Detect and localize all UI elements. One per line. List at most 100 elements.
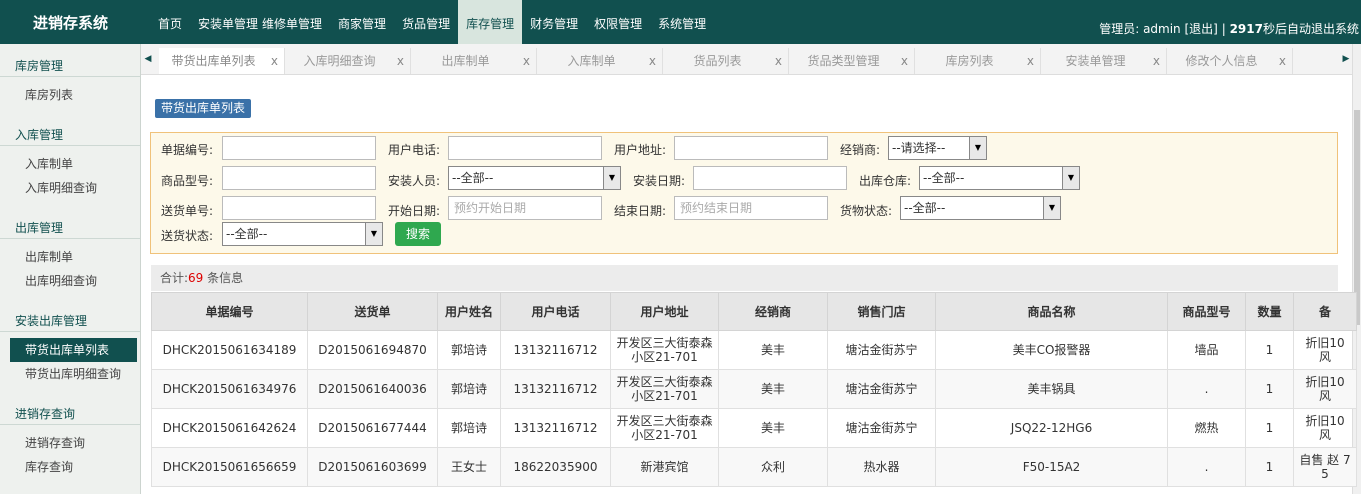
cell-user-address: 开发区三大街泰森小区21-701: [610, 330, 719, 370]
search-button[interactable]: 搜索: [395, 222, 441, 246]
doc-no-label: 单据编号:: [161, 143, 214, 157]
cell-doc-no: DHCK2015061634189: [151, 330, 308, 370]
table-row[interactable]: DHCK2015061656659 D2015061603699 王女士 186…: [151, 447, 1357, 487]
tab-scroll-left-icon[interactable]: ◀: [141, 44, 155, 74]
nav-merchants[interactable]: 商家管理: [330, 0, 394, 44]
tab-goods-type[interactable]: 货品类型管理 x: [789, 48, 915, 74]
table-header-row: 单据编号 送货单 用户姓名 用户电话 用户地址 经销商 销售门店 商品名称 商品…: [151, 292, 1357, 331]
tab-close-icon[interactable]: x: [1027, 48, 1034, 74]
warehouse-select[interactable]: --全部-- ▼: [919, 166, 1080, 190]
sidebar-item-stock-flow-query[interactable]: 进销存查询: [0, 431, 140, 455]
tab-close-icon[interactable]: x: [1153, 48, 1160, 74]
sidebar-item-warehouse-list[interactable]: 库房列表: [0, 83, 140, 107]
dealer-select[interactable]: --请选择-- ▼: [888, 136, 987, 160]
top-bar: 进销存系统 首页 安装单管理 维修单管理 商家管理 货品管理 库存管理 财务管理…: [0, 0, 1361, 44]
tab-install-orders[interactable]: 安装单管理 x: [1041, 48, 1167, 74]
logout-link[interactable]: [退出]: [1185, 22, 1218, 36]
col-doc-no: 单据编号: [151, 292, 308, 331]
tab-warehouse-list[interactable]: 库房列表 x: [915, 48, 1041, 74]
nav-finance[interactable]: 财务管理: [522, 0, 586, 44]
phone-input[interactable]: [448, 136, 602, 160]
record-count: 69: [188, 271, 204, 285]
sidebar-item-inbound-create[interactable]: 入库制单: [0, 152, 140, 176]
nav-goods[interactable]: 货品管理: [394, 0, 458, 44]
model-input[interactable]: [222, 166, 376, 190]
cell-doc-no: DHCK2015061656659: [151, 447, 308, 487]
cell-quantity: 1: [1245, 408, 1294, 448]
goods-status-select[interactable]: --全部-- ▼: [900, 196, 1061, 220]
col-user-name: 用户姓名: [437, 292, 501, 331]
separator: |: [1221, 22, 1226, 36]
delivery-status-select[interactable]: --全部-- ▼: [222, 222, 383, 246]
tab-close-icon[interactable]: x: [397, 48, 404, 74]
installer-select[interactable]: --全部-- ▼: [448, 166, 621, 190]
end-date-input[interactable]: 预约结束日期: [674, 196, 828, 220]
sidebar-item-delivery-outbound-list[interactable]: 带货出库单列表: [10, 338, 137, 362]
countdown-text: 秒后自动退出系统: [1262, 22, 1359, 36]
tab-close-icon[interactable]: x: [271, 48, 278, 74]
nav-system[interactable]: 系统管理: [650, 0, 714, 44]
cell-user-name: 郭培诗: [437, 330, 501, 370]
table-row[interactable]: DHCK2015061634976 D2015061640036 郭培诗 131…: [151, 369, 1357, 409]
cell-goods-model: .: [1167, 447, 1246, 487]
address-input[interactable]: [674, 136, 828, 160]
nav-install-orders[interactable]: 安装单管理: [190, 0, 260, 44]
start-date-input[interactable]: 预约开始日期: [448, 196, 602, 220]
cell-store: 塘沽金街苏宁: [827, 408, 936, 448]
install-date-input[interactable]: [693, 166, 847, 190]
page-title: 带货出库单列表: [155, 99, 252, 118]
sidebar-group-outbound[interactable]: 出库管理: [0, 206, 140, 239]
cell-user-name: 王女士: [437, 447, 501, 487]
cell-quantity: 1: [1245, 447, 1294, 487]
cell-user-address: 开发区三大街泰森小区21-701: [610, 369, 719, 409]
end-date-label: 结束日期:: [614, 204, 667, 218]
tab-close-icon[interactable]: x: [1279, 48, 1286, 74]
sidebar-group-warehouse[interactable]: 库房管理: [0, 44, 140, 77]
install-date-label: 安装日期:: [633, 174, 686, 188]
nav-inventory[interactable]: 库存管理: [458, 0, 523, 44]
table-row[interactable]: DHCK2015061634189 D2015061694870 郭培诗 131…: [151, 330, 1357, 370]
col-quantity: 数量: [1245, 292, 1294, 331]
tab-scroll-right-icon[interactable]: ▶: [1339, 44, 1353, 74]
cell-doc-no: DHCK2015061634976: [151, 369, 308, 409]
sidebar-group-inbound[interactable]: 入库管理: [0, 113, 140, 146]
tab-inbound-create[interactable]: 入库制单 x: [537, 48, 663, 74]
cell-remark: 自售 赵 75: [1293, 447, 1357, 487]
user-area: 管理员: admin [退出] | 2917秒后自动退出系统: [1099, 0, 1359, 44]
sidebar-item-outbound-detail[interactable]: 出库明细查询: [0, 269, 140, 293]
tab-close-icon[interactable]: x: [901, 48, 908, 74]
doc-no-input[interactable]: [222, 136, 376, 160]
tab-outbound-create[interactable]: 出库制单 x: [411, 48, 537, 74]
tab-close-icon[interactable]: x: [523, 48, 530, 74]
nav-repair-orders[interactable]: 维修单管理: [260, 0, 330, 44]
sidebar-group-install-outbound[interactable]: 安装出库管理: [0, 299, 140, 332]
cell-doc-no: DHCK2015061642624: [151, 408, 308, 448]
tab-delivery-outbound-list[interactable]: 带货出库单列表 x: [159, 48, 285, 74]
sidebar-item-delivery-outbound-detail[interactable]: 带货出库明细查询: [0, 362, 140, 386]
tab-bar: ◀ 带货出库单列表 x 入库明细查询 x 出库制单 x 入库制单 x 货品列表 x 货品类…: [141, 44, 1353, 75]
sidebar-group-stock-query[interactable]: 进销存查询: [0, 392, 140, 425]
tab-inbound-detail[interactable]: 入库明细查询 x: [285, 48, 411, 74]
tab-edit-profile[interactable]: 修改个人信息 x: [1167, 48, 1293, 74]
tab-close-icon[interactable]: x: [649, 48, 656, 74]
cell-delivery-note: D2015061677444: [307, 408, 438, 448]
tab-goods-list[interactable]: 货品列表 x: [663, 48, 789, 74]
dropdown-arrow-icon: ▼: [1043, 197, 1060, 219]
cell-remark: 折旧10 风: [1293, 369, 1357, 409]
cell-user-address: 新港宾馆: [610, 447, 719, 487]
dealer-label: 经销商:: [840, 143, 881, 157]
delivery-no-input[interactable]: [222, 196, 376, 220]
sidebar-item-inventory-query[interactable]: 库存查询: [0, 455, 140, 479]
cell-user-address: 开发区三大街泰森小区21-701: [610, 408, 719, 448]
nav-home[interactable]: 首页: [150, 0, 190, 44]
tab-close-icon[interactable]: x: [775, 48, 782, 74]
main-nav: 首页 安装单管理 维修单管理 商家管理 货品管理 库存管理 财务管理 权限管理 …: [150, 0, 714, 44]
cell-store: 热水器: [827, 447, 936, 487]
sidebar-item-inbound-detail[interactable]: 入库明细查询: [0, 176, 140, 200]
warehouse-label: 出库仓库:: [859, 174, 912, 188]
col-goods-model: 商品型号: [1167, 292, 1246, 331]
table-row[interactable]: DHCK2015061642624 D2015061677444 郭培诗 131…: [151, 408, 1357, 448]
nav-permissions[interactable]: 权限管理: [586, 0, 650, 44]
cell-quantity: 1: [1245, 369, 1294, 409]
sidebar-item-outbound-create[interactable]: 出库制单: [0, 245, 140, 269]
